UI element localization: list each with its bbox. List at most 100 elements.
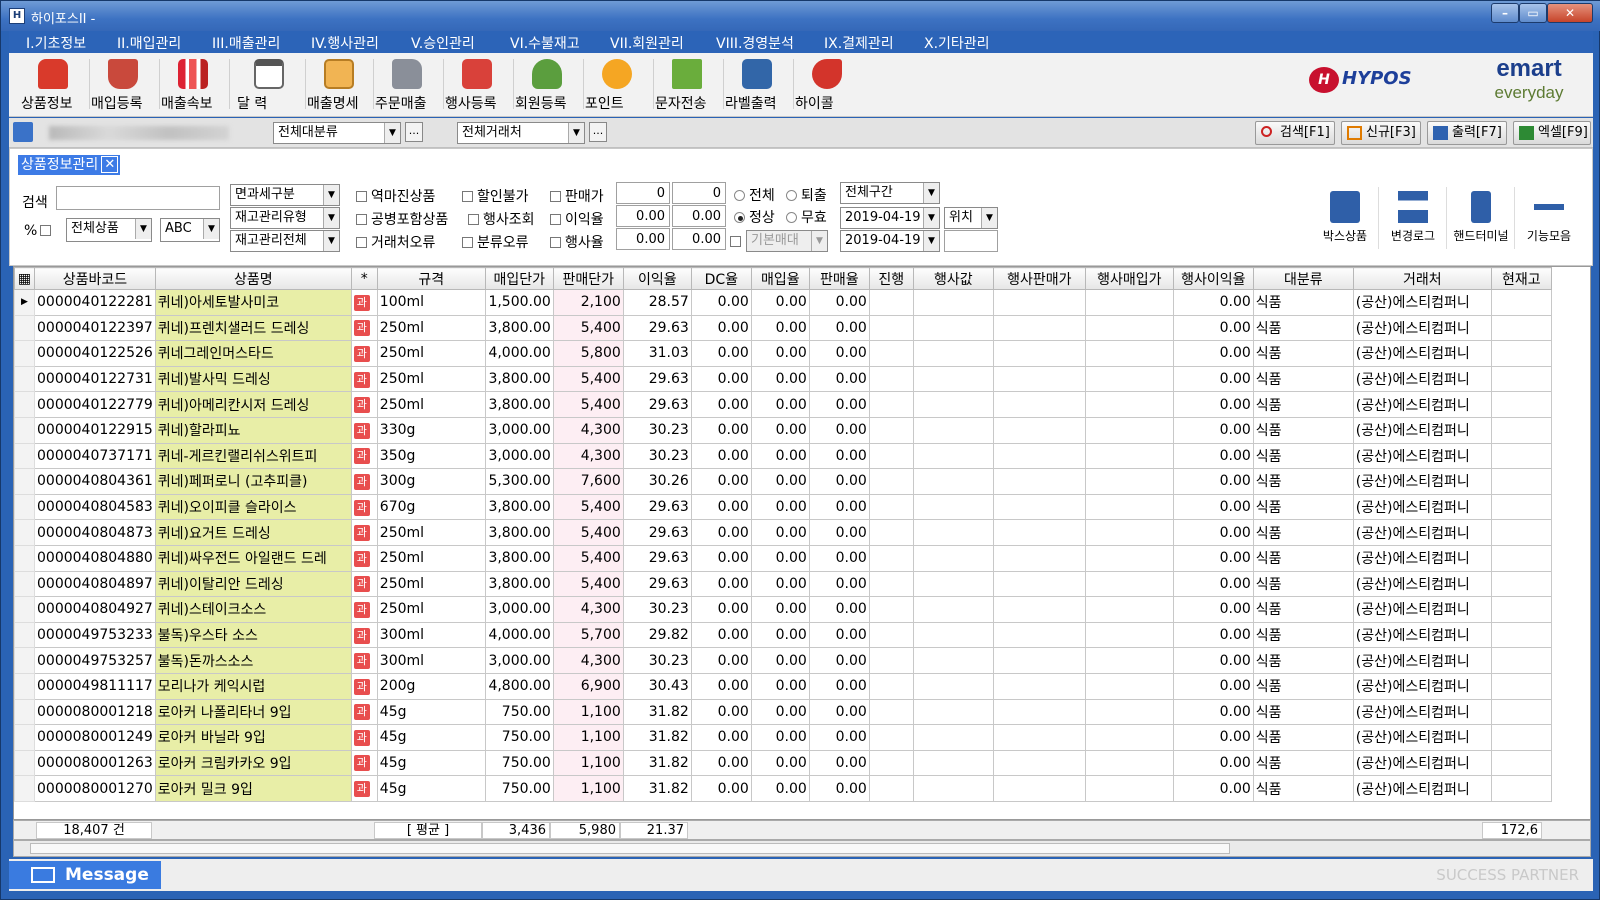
event-profit-cell[interactable]: 0.00 bbox=[1172, 340, 1254, 367]
dc-rate-cell[interactable]: 0.00 bbox=[690, 775, 752, 802]
profit-rate-cell[interactable]: 29.63 bbox=[622, 544, 692, 572]
event-profit-cell[interactable]: 0.00 bbox=[1172, 544, 1254, 572]
barcode-cell[interactable]: 0000040737171 bbox=[34, 442, 156, 470]
row-indicator[interactable] bbox=[14, 416, 35, 444]
event-profit-cell[interactable]: 0.00 bbox=[1172, 493, 1254, 521]
category-cell[interactable]: 식품 bbox=[1252, 570, 1354, 598]
radio-normal[interactable]: 정상 bbox=[734, 207, 775, 227]
event-profit-cell[interactable]: 0.00 bbox=[1172, 775, 1254, 802]
sell-rate-cell[interactable]: 0.00 bbox=[808, 570, 870, 598]
table-row[interactable]: 0000040122731 퀴네)발사믹 드레싱 과 250ml 3,800.00 5,4… bbox=[14, 365, 1552, 393]
dc-rate-cell[interactable]: 0.00 bbox=[690, 570, 752, 598]
buy-rate-cell[interactable]: 0.00 bbox=[750, 775, 810, 802]
spec-cell[interactable]: 250ml bbox=[376, 314, 486, 342]
stock-cell[interactable] bbox=[1490, 493, 1552, 521]
spec-cell[interactable]: 45g bbox=[376, 749, 486, 777]
event-sell-price-cell[interactable] bbox=[992, 416, 1086, 444]
spec-cell[interactable]: 250ml bbox=[376, 544, 486, 572]
stock-type-select[interactable]: 재고관리유형 ▼ bbox=[230, 207, 340, 229]
profit-rate-cell[interactable]: 30.23 bbox=[622, 416, 692, 444]
event-value-cell[interactable] bbox=[912, 647, 994, 674]
date-from[interactable]: 2019-04-19 ▼ bbox=[840, 207, 940, 229]
row-indicator[interactable] bbox=[14, 314, 35, 342]
vendor-cell[interactable]: (공산)에스티컴퍼니 bbox=[1352, 647, 1492, 674]
buy-price-cell[interactable]: 3,800.00 bbox=[484, 314, 554, 342]
product-name-cell[interactable]: 퀴네그레인머스타드 bbox=[154, 340, 352, 367]
buy-price-cell[interactable]: 3,800.00 bbox=[484, 365, 554, 393]
column-header[interactable]: 판매단가 bbox=[552, 267, 624, 290]
product-name-cell[interactable]: 퀴네)스테이크소스 bbox=[154, 596, 352, 623]
product-name-cell[interactable]: 퀴네)아세토발사미코 bbox=[154, 289, 352, 316]
progress-cell[interactable] bbox=[868, 365, 914, 393]
dc-rate-cell[interactable]: 0.00 bbox=[690, 468, 752, 495]
table-row[interactable]: 0000080001263 로아커 크림카카오 9입 과 45g 750.00 1,100… bbox=[14, 749, 1552, 777]
base-shelf-checkbox[interactable] bbox=[730, 234, 745, 250]
product-name-cell[interactable]: 로아커 밀크 9입 bbox=[154, 775, 352, 802]
category-select[interactable]: 전체대분류 ▼ bbox=[273, 122, 401, 144]
barcode-cell[interactable]: 0000080001249 bbox=[34, 724, 156, 751]
buy-rate-cell[interactable]: 0.00 bbox=[750, 570, 810, 598]
event-value-cell[interactable] bbox=[912, 596, 994, 623]
scroll-thumb[interactable] bbox=[30, 843, 1230, 854]
vendor-cell[interactable]: (공산)에스티컴퍼니 bbox=[1352, 672, 1492, 700]
event-sell-price-cell[interactable] bbox=[992, 570, 1086, 598]
sell-price-cell[interactable]: 6,900 bbox=[552, 672, 624, 700]
profit-rate-cell[interactable]: 31.82 bbox=[622, 775, 692, 802]
dc-rate-cell[interactable]: 0.00 bbox=[690, 672, 752, 700]
row-indicator[interactable]: ▶ bbox=[14, 289, 35, 316]
event-value-cell[interactable] bbox=[912, 365, 994, 393]
spec-cell[interactable]: 250ml bbox=[376, 596, 486, 623]
vendor-cell[interactable]: (공산)에스티컴퍼니 bbox=[1352, 775, 1492, 802]
buy-price-cell[interactable]: 3,800.00 bbox=[484, 493, 554, 521]
profit-rate-cell[interactable]: 29.63 bbox=[622, 519, 692, 546]
profit-rate-cell[interactable]: 30.26 bbox=[622, 468, 692, 495]
event-buy-price-cell[interactable] bbox=[1084, 289, 1174, 316]
category-cell[interactable]: 식품 bbox=[1252, 289, 1354, 316]
product-name-cell[interactable]: 불독)돈까스소스 bbox=[154, 647, 352, 674]
barcode-cell[interactable]: 0000080001263 bbox=[34, 749, 156, 777]
buy-rate-cell[interactable]: 0.00 bbox=[750, 340, 810, 367]
sell-rate-cell[interactable]: 0.00 bbox=[808, 468, 870, 495]
barcode-cell[interactable]: 0000040804897 bbox=[34, 570, 156, 598]
sell-price-cell[interactable]: 5,700 bbox=[552, 621, 624, 649]
category-error-checkbox[interactable]: 분류오류 bbox=[462, 232, 529, 252]
product-name-cell[interactable]: 퀴네)페퍼로니 (고추피클) bbox=[154, 468, 352, 495]
profit-to[interactable]: 0.00 bbox=[672, 205, 726, 227]
event-buy-price-cell[interactable] bbox=[1084, 391, 1174, 418]
table-row[interactable]: 0000040122526 퀴네그레인머스타드 과 250ml 4,000.00 5,80… bbox=[14, 340, 1552, 367]
category-cell[interactable]: 식품 bbox=[1252, 365, 1354, 393]
sell-rate-cell[interactable]: 0.00 bbox=[808, 416, 870, 444]
maximize-button[interactable]: ▭ bbox=[1519, 3, 1547, 23]
dc-rate-cell[interactable]: 0.00 bbox=[690, 698, 752, 726]
label-print-button[interactable]: 라벨출력 bbox=[725, 57, 789, 113]
handheld-button[interactable]: 핸드터미널 bbox=[1450, 187, 1512, 251]
table-row[interactable]: 0000040804927 퀴네)스테이크소스 과 250ml 3,000.00 4,30… bbox=[14, 596, 1552, 623]
buy-rate-cell[interactable]: 0.00 bbox=[750, 749, 810, 777]
row-indicator[interactable] bbox=[14, 749, 35, 777]
vendor-cell[interactable]: (공산)에스티컴퍼니 bbox=[1352, 544, 1492, 572]
event-buy-price-cell[interactable] bbox=[1084, 698, 1174, 726]
sell-rate-cell[interactable]: 0.00 bbox=[808, 442, 870, 470]
event-buy-price-cell[interactable] bbox=[1084, 749, 1174, 777]
vendor-cell[interactable]: (공산)에스티컴퍼니 bbox=[1352, 289, 1492, 316]
profit-rate-cell[interactable]: 31.03 bbox=[622, 340, 692, 367]
sell-rate-cell[interactable]: 0.00 bbox=[808, 749, 870, 777]
event-sell-price-cell[interactable] bbox=[992, 749, 1086, 777]
vendor-cell[interactable]: (공산)에스티컴퍼니 bbox=[1352, 340, 1492, 367]
event-profit-cell[interactable]: 0.00 bbox=[1172, 647, 1254, 674]
category-cell[interactable]: 식품 bbox=[1252, 672, 1354, 700]
menu-item[interactable]: IV.행사관리 bbox=[311, 33, 379, 53]
event-buy-price-cell[interactable] bbox=[1084, 724, 1174, 751]
vendor-cell[interactable]: (공산)에스티컴퍼니 bbox=[1352, 416, 1492, 444]
category-browse-button[interactable]: ... bbox=[405, 122, 423, 142]
no-discount-checkbox[interactable]: 할인불가 bbox=[462, 186, 529, 206]
stock-cell[interactable] bbox=[1490, 289, 1552, 316]
excel-button[interactable]: 엑셀[F9] bbox=[1513, 121, 1591, 145]
buy-price-cell[interactable]: 3,000.00 bbox=[484, 596, 554, 623]
stock-cell[interactable] bbox=[1490, 749, 1552, 777]
table-row[interactable]: 0000040804873 퀴네)요거트 드레싱 과 250ml 3,800.00 5,4… bbox=[14, 519, 1552, 546]
sell-price-cell[interactable]: 5,400 bbox=[552, 391, 624, 418]
event-rate-checkbox[interactable]: 행사율 bbox=[550, 232, 604, 252]
table-row[interactable]: 0000080001249 로아커 바닐라 9입 과 45g 750.00 1,100 31… bbox=[14, 724, 1552, 751]
menu-item[interactable]: II.매입관리 bbox=[117, 33, 181, 53]
